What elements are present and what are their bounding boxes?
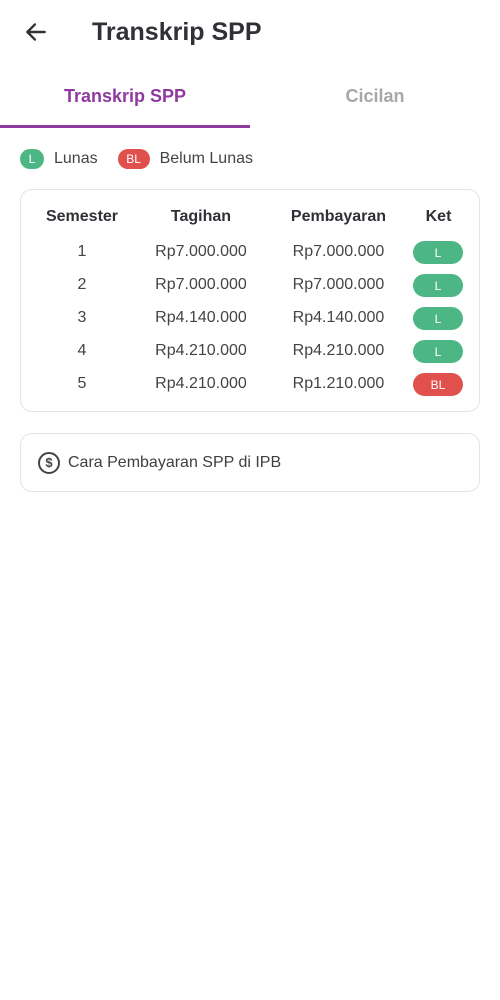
- ket-cell: L: [411, 336, 466, 366]
- ket-cell: BL: [411, 369, 466, 399]
- belum-lunas-legend-badge: BL: [117, 149, 150, 169]
- tagihan-cell: Rp4.210.000: [155, 375, 247, 392]
- status-badge: BL: [413, 373, 463, 396]
- arrow-left-icon: [26, 23, 46, 41]
- table-row: 5 Rp4.210.000 Rp1.210.000 BL: [21, 369, 481, 399]
- semester-cell: 2: [77, 276, 87, 293]
- spp-transcript-card: Semester Tagihan Pembayaran Ket 1 Rp7.00…: [20, 189, 480, 412]
- active-tab-indicator: [0, 125, 250, 128]
- status-legend: L Lunas BL Belum Lunas: [20, 148, 253, 170]
- lunas-legend-label: Lunas: [54, 150, 98, 167]
- header-semester: Semester: [45, 208, 119, 225]
- payment-guide-button[interactable]: $ Cara Pembayaran SPP di IPB: [20, 433, 480, 492]
- pembayaran-cell: Rp1.210.000: [292, 375, 385, 392]
- page-title: Transkrip SPP: [92, 18, 262, 46]
- semester-cell: 1: [77, 243, 87, 260]
- tab-bar: Transkrip SPP Cicilan: [0, 72, 500, 130]
- semester-cell: 3: [77, 309, 87, 326]
- tagihan-cell: Rp7.000.000: [155, 243, 247, 260]
- pembayaran-cell: Rp7.000.000: [292, 276, 385, 293]
- tab-cicilan[interactable]: Cicilan: [250, 72, 500, 130]
- back-button[interactable]: [18, 15, 54, 49]
- app-header: Transkrip SPP: [0, 0, 500, 64]
- header-pembayaran: Pembayaran: [290, 208, 387, 225]
- ket-cell: L: [411, 303, 466, 333]
- table-row: 4 Rp4.210.000 Rp4.210.000 L: [21, 336, 481, 366]
- header-tagihan: Tagihan: [170, 208, 232, 225]
- belum-lunas-legend-label: Belum Lunas: [159, 150, 253, 167]
- status-badge: L: [413, 340, 463, 363]
- tagihan-cell: Rp4.210.000: [155, 342, 247, 359]
- table-row: 2 Rp7.000.000 Rp7.000.000 L: [21, 270, 481, 300]
- header-ket: Ket: [425, 208, 452, 225]
- pembayaran-cell: Rp4.210.000: [292, 342, 385, 359]
- payment-guide-label: Cara Pembayaran SPP di IPB: [68, 453, 282, 471]
- ket-cell: L: [411, 237, 466, 267]
- semester-cell: 5: [77, 375, 87, 392]
- status-badge: L: [413, 241, 463, 264]
- pembayaran-cell: Rp7.000.000: [292, 243, 385, 260]
- lunas-legend-badge: L: [20, 149, 44, 169]
- dollar-circle-icon: $: [38, 451, 60, 474]
- status-badge: L: [413, 307, 463, 330]
- table-row: 3 Rp4.140.000 Rp4.140.000 L: [21, 303, 481, 333]
- ket-cell: L: [411, 270, 466, 300]
- app-screen: Transkrip SPP Transkrip SPP Cicilan L Lu…: [0, 0, 500, 1000]
- status-badge: L: [413, 274, 463, 297]
- table-row: 1 Rp7.000.000 Rp7.000.000 L: [21, 237, 481, 267]
- tab-transkrip-spp[interactable]: Transkrip SPP: [0, 72, 250, 130]
- tagihan-cell: Rp7.000.000: [155, 276, 247, 293]
- tagihan-cell: Rp4.140.000: [155, 309, 247, 326]
- pembayaran-cell: Rp4.140.000: [292, 309, 385, 326]
- semester-cell: 4: [77, 342, 87, 359]
